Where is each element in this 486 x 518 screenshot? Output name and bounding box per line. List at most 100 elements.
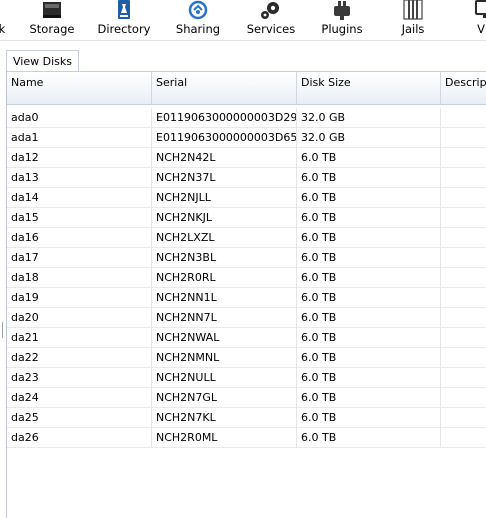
storage-icon [39, 0, 65, 20]
splitter-handle[interactable] [2, 322, 3, 338]
cell-description [441, 268, 486, 288]
cell-serial: NCH2NJLL [152, 188, 297, 208]
table-row[interactable]: da17 NCH2N3BL 6.0 TB [7, 248, 486, 268]
table-row[interactable]: da19 NCH2NN1L 6.0 TB [7, 288, 486, 308]
toolbar-item-services[interactable]: Services [242, 0, 300, 40]
cell-disk-size: 32.0 GB [297, 128, 441, 148]
toolbar-item-jails[interactable]: Jails [390, 0, 436, 40]
cell-serial: NCH2NWAL [152, 328, 297, 348]
toolbar-item-label: Sharing [175, 22, 221, 36]
table-row[interactable]: da21 NCH2NWAL 6.0 TB [7, 328, 486, 348]
toolbar-item-partial[interactable]: k [0, 0, 12, 40]
cell-serial: NCH2NULL [152, 368, 297, 388]
cell-disk-size: 6.0 TB [297, 408, 441, 428]
cell-name: da13 [7, 168, 152, 188]
column-header-serial[interactable]: Serial [152, 72, 297, 104]
grid-body: ada0 E0119063000000003D29 32.0 GB ada1 E0119… [7, 108, 486, 448]
disks-grid: Name Serial Disk Size Descrip ada0 E01190… [7, 71, 486, 518]
cell-disk-size: 6.0 TB [297, 328, 441, 348]
cell-description [441, 368, 486, 388]
table-row[interactable]: da23 NCH2NULL 6.0 TB [7, 368, 486, 388]
toolbar-item-storage[interactable]: Storage [24, 0, 80, 40]
cell-name: da15 [7, 208, 152, 228]
cell-disk-size: 6.0 TB [297, 288, 441, 308]
table-row[interactable]: ada0 E0119063000000003D29 32.0 GB [7, 108, 486, 128]
cell-name: da22 [7, 348, 152, 368]
cell-name: da25 [7, 408, 152, 428]
cell-serial: NCH2NKJL [152, 208, 297, 228]
cell-serial: NCH2NMNL [152, 348, 297, 368]
table-row[interactable]: da25 NCH2N7KL 6.0 TB [7, 408, 486, 428]
cell-serial: NCH2NN7L [152, 308, 297, 328]
cell-description [441, 408, 486, 428]
cell-name: da19 [7, 288, 152, 308]
column-header-disk-size[interactable]: Disk Size [297, 72, 441, 104]
services-icon [258, 0, 284, 20]
cell-serial: E0119063000000003D65 [152, 128, 297, 148]
table-row[interactable]: da20 NCH2NN7L 6.0 TB [7, 308, 486, 328]
table-row[interactable]: da22 NCH2NMNL 6.0 TB [7, 348, 486, 368]
toolbar-item-label: Directory [97, 22, 151, 36]
jails-icon [400, 0, 426, 20]
cell-serial: NCH2LXZL [152, 228, 297, 248]
toolbar-item-label: k [0, 22, 6, 36]
table-row[interactable]: da24 NCH2N7GL 6.0 TB [7, 388, 486, 408]
vm-icon [473, 0, 486, 20]
directory-icon [111, 0, 137, 20]
toolbar-divider [0, 40, 486, 41]
toolbar-item-sharing[interactable]: Sharing [172, 0, 224, 40]
cell-name: da23 [7, 368, 152, 388]
cell-name: da20 [7, 308, 152, 328]
cell-name: da24 [7, 388, 152, 408]
cell-name: da12 [7, 148, 152, 168]
cell-disk-size: 6.0 TB [297, 208, 441, 228]
cell-description [441, 208, 486, 228]
cell-name: da17 [7, 248, 152, 268]
tab-view-disks[interactable]: View Disks [6, 50, 79, 71]
column-header-name[interactable]: Name [7, 72, 152, 104]
cell-name: ada0 [7, 108, 152, 128]
cell-disk-size: 6.0 TB [297, 428, 441, 448]
column-header-description[interactable]: Descrip [441, 72, 486, 104]
cell-description [441, 228, 486, 248]
cell-description [441, 388, 486, 408]
table-row[interactable]: da16 NCH2LXZL 6.0 TB [7, 228, 486, 248]
toolbar-item-label: Jails [401, 22, 425, 36]
plugins-icon [329, 0, 355, 20]
cell-name: da18 [7, 268, 152, 288]
table-row[interactable]: da26 NCH2R0ML 6.0 TB [7, 428, 486, 448]
cell-description [441, 348, 486, 368]
table-row[interactable]: da12 NCH2N42L 6.0 TB [7, 148, 486, 168]
cell-description [441, 168, 486, 188]
cell-disk-size: 6.0 TB [297, 388, 441, 408]
grid-header: Name Serial Disk Size Descrip [7, 71, 486, 105]
toolbar-item-directory[interactable]: Directory [92, 0, 156, 40]
cell-description [441, 148, 486, 168]
table-row[interactable]: da15 NCH2NKJL 6.0 TB [7, 208, 486, 228]
table-row[interactable]: da18 NCH2R0RL 6.0 TB [7, 268, 486, 288]
toolbar-item-vm[interactable]: VM [466, 0, 486, 40]
toolbar-item-plugins[interactable]: Plugins [316, 0, 368, 40]
table-row[interactable]: ada1 E0119063000000003D65 32.0 GB [7, 128, 486, 148]
table-row[interactable]: da14 NCH2NJLL 6.0 TB [7, 188, 486, 208]
cell-serial: NCH2R0ML [152, 428, 297, 448]
cell-disk-size: 6.0 TB [297, 348, 441, 368]
cell-name: ada1 [7, 128, 152, 148]
cell-serial: NCH2N37L [152, 168, 297, 188]
cell-description [441, 248, 486, 268]
cell-name: da26 [7, 428, 152, 448]
cell-disk-size: 6.0 TB [297, 188, 441, 208]
toolbar-item-label: Storage [29, 22, 75, 36]
cell-serial: E0119063000000003D29 [152, 108, 297, 128]
cell-serial: NCH2R0RL [152, 268, 297, 288]
table-row[interactable]: da13 NCH2N37L 6.0 TB [7, 168, 486, 188]
cell-disk-size: 6.0 TB [297, 168, 441, 188]
cell-serial: NCH2N42L [152, 148, 297, 168]
cell-disk-size: 32.0 GB [297, 108, 441, 128]
cell-description [441, 308, 486, 328]
cell-description [441, 128, 486, 148]
cell-disk-size: 6.0 TB [297, 228, 441, 248]
cell-description [441, 288, 486, 308]
cell-name: da16 [7, 228, 152, 248]
cell-name: da21 [7, 328, 152, 348]
